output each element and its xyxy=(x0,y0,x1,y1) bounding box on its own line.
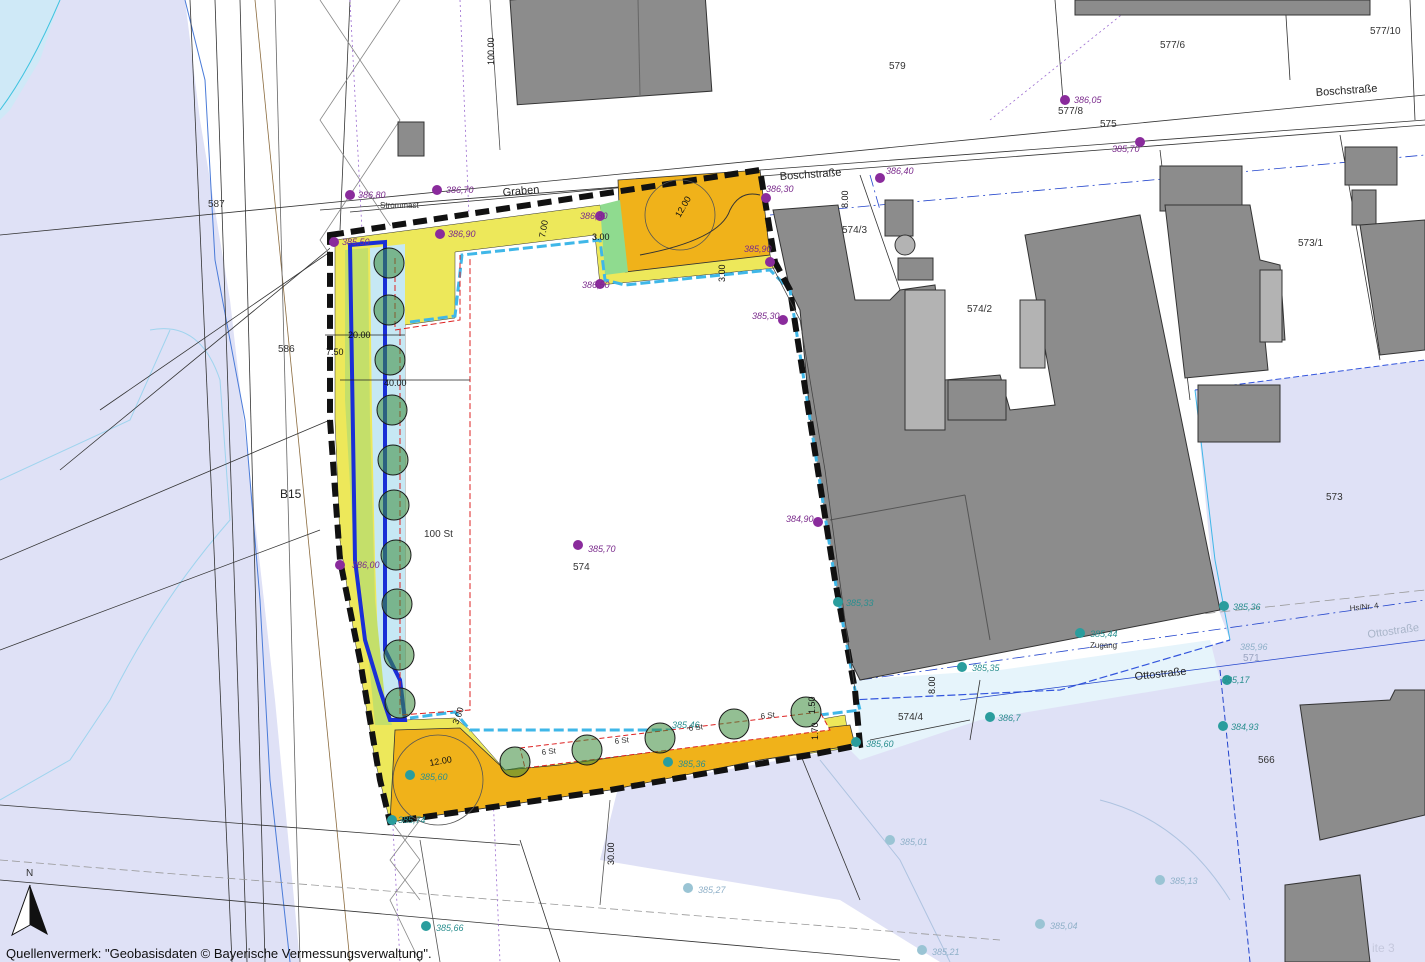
dimension-100: 100.00 xyxy=(486,37,496,65)
dimension-3-b: 3.00 xyxy=(717,264,727,282)
parking-count-2: 6 St xyxy=(614,735,630,746)
elevation-label: 385,35 xyxy=(972,663,1001,673)
elevation-label: 385,50 xyxy=(342,237,370,247)
source-attribution: Quellenvermerk: "Geobasisdaten © Bayeris… xyxy=(6,946,432,961)
elevation-label: 385,70 xyxy=(1112,144,1140,154)
dimension-40: 40.00 xyxy=(384,378,407,388)
elevation-label: 386,70 xyxy=(446,185,474,195)
elevation-label: 384,90 xyxy=(786,514,814,524)
parcel-577-8: 577/8 xyxy=(1058,106,1083,117)
north-arrow-label: N xyxy=(26,868,33,879)
elevation-label: 385,70 xyxy=(588,544,616,554)
parcel-573-1: 573/1 xyxy=(1298,238,1323,249)
dimension-8-b: 8.00 xyxy=(927,676,937,694)
parcel-571: 571 xyxy=(1243,653,1260,664)
elevation-label: 386,80 xyxy=(580,211,608,221)
parcel-587: 587 xyxy=(208,199,225,210)
elevation-label: 385,17 xyxy=(1222,675,1251,685)
street-label-boschstrasse: Boschstraße xyxy=(779,167,841,183)
elevation-label: 385,30 xyxy=(752,311,780,321)
parcel-574-4: 574/4 xyxy=(898,712,923,723)
elevation-label: 385,36 xyxy=(1233,602,1261,612)
elevation-label: 385,44 xyxy=(1090,629,1118,639)
street-label-boschstrasse-top: Boschstraße xyxy=(1315,83,1377,99)
parcel-574-2: 574/2 xyxy=(967,304,992,315)
parcel-579: 579 xyxy=(889,61,906,72)
elevation-label: 385,46 xyxy=(672,720,700,730)
elevation-label: 385,36 xyxy=(678,759,706,769)
parcel-574: 574 xyxy=(573,562,590,573)
dimension-3-a: 3.00 xyxy=(592,232,610,242)
elevation-label: 385,60 xyxy=(420,772,448,782)
site-plan-map: N Boschstraße Boschstraße Ottostraße Ott… xyxy=(0,0,1425,962)
elevation-label: 384,93 xyxy=(1231,722,1259,732)
parking-count-1: 6 St xyxy=(541,746,557,757)
elevation-label: 386,90 xyxy=(448,229,476,239)
elevation-label: 386,00 xyxy=(352,560,380,570)
parcel-573: 573 xyxy=(1326,492,1343,503)
elevation-label: 386,50 xyxy=(582,280,610,290)
sheet-label: ite 3 xyxy=(1372,941,1395,955)
elevation-label: 386,7 xyxy=(998,713,1022,723)
parking-count-main: 100 St xyxy=(424,529,453,540)
dimension-1-50: 1.50 xyxy=(807,696,817,714)
elevation-label: 385,13 xyxy=(1170,876,1198,886)
elevation-label: 385,90 xyxy=(744,244,772,254)
elevation-label: 385,04 xyxy=(1050,921,1078,931)
elevation-label: 385,60 xyxy=(866,739,894,749)
elevation-label: 386,80 xyxy=(358,190,386,200)
elevation-label: 385,74 xyxy=(398,815,426,825)
parking-count-4: 6 St xyxy=(760,710,776,721)
elevation-label: 385,96 xyxy=(1240,642,1268,652)
dimension-1-70: 1.70 xyxy=(810,722,820,740)
elevation-label: 385,27 xyxy=(698,885,727,895)
pylon-label: Strommast xyxy=(380,201,419,210)
elevation-label: 385,21 xyxy=(932,947,960,957)
elevation-label: 386,05 xyxy=(1074,95,1103,105)
access-label: Zugang xyxy=(1090,641,1117,650)
parcel-574-3: 574/3 xyxy=(842,225,867,236)
dimension-7-50: 7.50 xyxy=(326,347,344,357)
dimension-8-a: 8.00 xyxy=(840,190,850,208)
parcel-575: 575 xyxy=(1100,119,1117,130)
parcel-577-6: 577/6 xyxy=(1160,40,1185,51)
parcel-586: 586 xyxy=(278,344,295,355)
elevation-label: 385,33 xyxy=(846,598,874,608)
dimension-20: 20.00 xyxy=(348,330,371,340)
elevation-label: 386,40 xyxy=(886,166,914,176)
dimension-30: 30.00 xyxy=(606,842,616,865)
parcel-566: 566 xyxy=(1258,755,1275,766)
road-label-b15: B15 xyxy=(280,487,302,501)
elevation-label: 385,01 xyxy=(900,837,928,847)
elevation-label: 386,30 xyxy=(766,184,794,194)
elevation-label: 385,66 xyxy=(436,923,464,933)
ditch-label: Graben xyxy=(502,184,540,199)
floodplain-west xyxy=(0,0,300,962)
parcel-577-10: 577/10 xyxy=(1370,26,1401,37)
